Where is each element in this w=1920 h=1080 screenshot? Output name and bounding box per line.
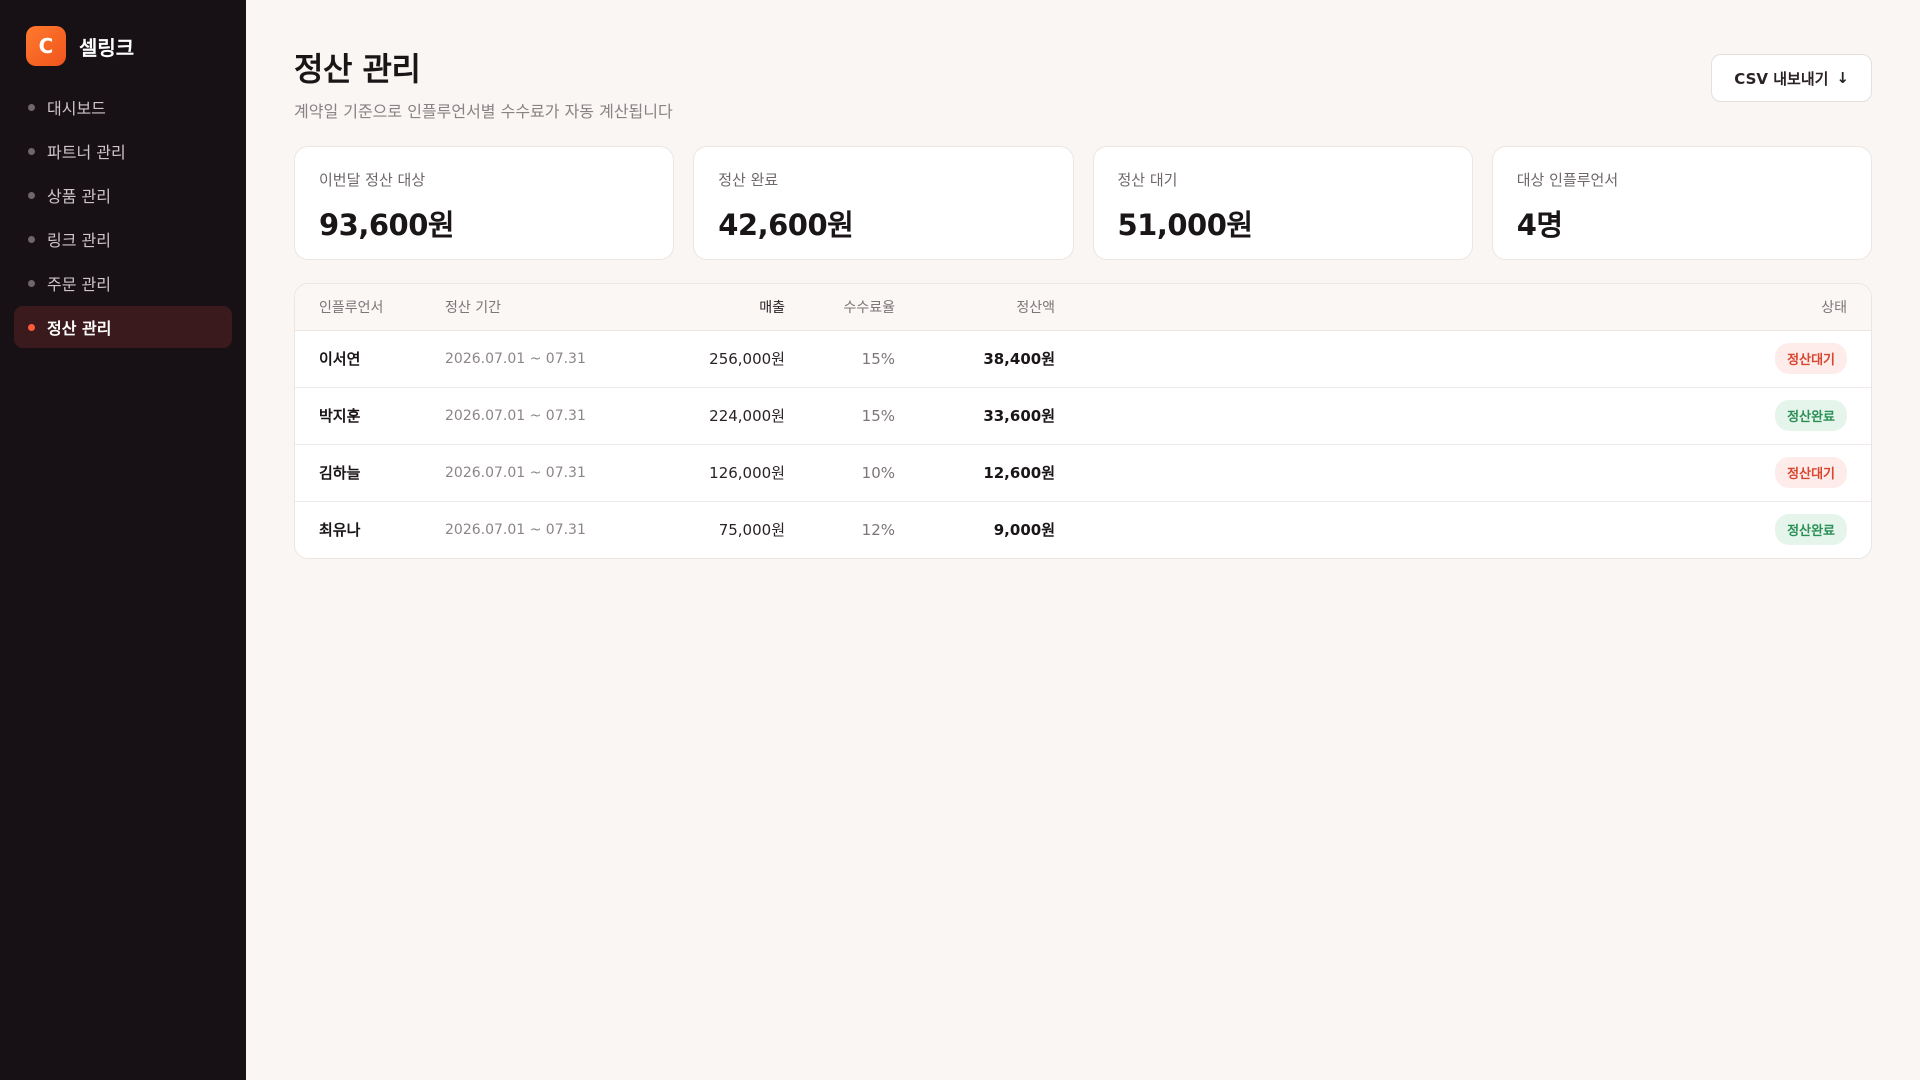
sidebar-item-label: 파트너 관리: [47, 143, 126, 162]
cell-influencer: 최유나: [319, 521, 361, 540]
column-header-period[interactable]: 정산 기간: [445, 284, 665, 331]
stat-label: 대상 인플루언서: [1516, 171, 1619, 189]
nav-dot-icon: [28, 323, 35, 331]
column-header-status[interactable]: 상태: [1055, 284, 1871, 331]
stat-card-influencers: 대상 인플루언서 4명: [1491, 146, 1872, 260]
cell-rate: 10%: [785, 444, 895, 502]
settlement-table-card: 인플루언서 정산 기간 매출 수수료율 정산액 상태 이서연 2026.07.0…: [294, 283, 1872, 559]
sidebar-item-label: 상품 관리: [47, 187, 111, 206]
sidebar-nav: 대시보드 파트너 관리 상품 관리 링크 관리 주문 관리 정산 관리: [14, 86, 232, 348]
brand[interactable]: C 셀링크: [14, 26, 232, 66]
stat-card-monthly-target: 이번달 정산 대상 93,600원: [294, 146, 675, 260]
cell-status: 정산완료: [1055, 501, 1871, 558]
page-subtitle: 계약일 기준으로 인플루언서별 수수료가 자동 계산됩니다: [294, 102, 673, 121]
cell-rate: 12%: [861, 520, 895, 539]
sidebar-item-label: 정산 관리: [47, 319, 112, 338]
cell-status: 정산대기: [1055, 444, 1871, 502]
stat-value: 93,600원: [319, 208, 455, 242]
cell-sales: 126,000원: [665, 444, 785, 502]
sidebar-item-orders[interactable]: 주문 관리: [14, 262, 232, 304]
nav-dot-icon: [28, 279, 35, 287]
download-arrow-icon: ↓: [1836, 69, 1849, 87]
cell-sales: 224,000원: [665, 387, 785, 445]
table-row[interactable]: 김하늘 2026.07.01 ~ 07.31 126,000원 10% 12,6…: [295, 444, 1871, 502]
cell-amount: 9,000원: [993, 521, 1055, 540]
table-row[interactable]: 박지훈 2026.07.01 ~ 07.31 224,000원 15% 33,6…: [295, 387, 1871, 445]
cell-influencer: 김하늘: [295, 444, 445, 502]
sidebar-item-settlement[interactable]: 정산 관리: [14, 306, 232, 348]
sidebar-item-dashboard[interactable]: 대시보드: [14, 86, 232, 128]
status-badge: 정산완료: [1775, 400, 1847, 431]
cell-period: 2026.07.01 ~ 07.31: [445, 387, 665, 445]
sidebar-item-label: 주문 관리: [47, 275, 111, 294]
status-badge: 정산완료: [1775, 514, 1847, 546]
nav-dot-icon: [28, 147, 35, 155]
cell-sales: 75,000원: [718, 521, 785, 540]
main-content: 정산 관리 계약일 기준으로 인플루언서별 수수료가 자동 계산됩니다 CSV …: [246, 0, 1920, 1080]
stat-label: 정산 대기: [1117, 171, 1178, 189]
stat-value: 4명: [1516, 208, 1563, 242]
sidebar-item-links[interactable]: 링크 관리: [14, 218, 232, 260]
cell-period: 2026.07.01 ~ 07.31: [445, 330, 665, 388]
stats-row: 이번달 정산 대상 93,600원 정산 완료 42,600원 정산 대기 51…: [294, 146, 1872, 260]
page-heading: 정산 관리 계약일 기준으로 인플루언서별 수수료가 자동 계산됩니다: [294, 44, 673, 122]
cell-rate: 15%: [785, 330, 895, 388]
table-row[interactable]: 최유나 2026.07.01 ~ 07.31 75,000원 12% 9,000…: [295, 501, 1871, 558]
table-row[interactable]: 이서연 2026.07.01 ~ 07.31 256,000원 15% 38,4…: [295, 330, 1871, 388]
cell-status: 정산대기: [1055, 330, 1871, 388]
sidebar: C 셀링크 대시보드 파트너 관리 상품 관리 링크 관리 주문 관리 정산 관…: [0, 0, 246, 1080]
sidebar-item-label: 링크 관리: [47, 231, 111, 250]
stat-card-pending: 정산 대기 51,000원: [1092, 146, 1473, 260]
sidebar-item-label: 대시보드: [47, 99, 106, 118]
cell-influencer: 박지훈: [295, 387, 445, 445]
brand-logo-icon: C: [26, 26, 66, 66]
stat-label: 이번달 정산 대상: [319, 171, 426, 189]
cell-amount: 12,600원: [895, 444, 1055, 502]
cell-amount: 38,400원: [895, 330, 1055, 388]
cell-rate: 15%: [785, 387, 895, 445]
page-header: 정산 관리 계약일 기준으로 인플루언서별 수수료가 자동 계산됩니다 CSV …: [294, 44, 1872, 122]
column-header-rate[interactable]: 수수료율: [785, 284, 895, 331]
cell-period: 2026.07.01 ~ 07.31: [445, 521, 586, 538]
cell-status: 정산완료: [1055, 387, 1871, 445]
stat-card-completed: 정산 완료 42,600원: [693, 146, 1074, 260]
settlement-table: 인플루언서 정산 기간 매출 수수료율 정산액 상태 이서연 2026.07.0…: [295, 284, 1871, 558]
app-root: C 셀링크 대시보드 파트너 관리 상품 관리 링크 관리 주문 관리 정산 관…: [0, 0, 1920, 1080]
csv-export-button[interactable]: CSV 내보내기 ↓: [1711, 54, 1872, 102]
column-header-amount[interactable]: 정산액: [895, 284, 1055, 331]
nav-dot-icon: [28, 103, 35, 111]
column-header-sales[interactable]: 매출: [665, 284, 785, 331]
brand-name: 셀링크: [79, 35, 135, 60]
stat-value: 42,600원: [718, 208, 854, 242]
nav-dot-icon: [28, 191, 35, 199]
sidebar-item-partners[interactable]: 파트너 관리: [14, 130, 232, 172]
status-badge: 정산대기: [1775, 457, 1847, 488]
cell-sales: 256,000원: [665, 330, 785, 388]
cell-amount: 33,600원: [895, 387, 1055, 445]
csv-export-label: CSV 내보내기: [1734, 69, 1829, 88]
stat-value: 51,000원: [1117, 208, 1254, 242]
sidebar-item-products[interactable]: 상품 관리: [14, 174, 232, 216]
stat-label: 정산 완료: [718, 171, 779, 189]
nav-dot-icon: [28, 235, 35, 243]
cell-influencer: 이서연: [295, 330, 445, 388]
status-badge: 정산대기: [1775, 343, 1847, 374]
table-header-row: 인플루언서 정산 기간 매출 수수료율 정산액 상태: [295, 284, 1871, 331]
column-header-influencer[interactable]: 인플루언서: [295, 284, 445, 331]
cell-period: 2026.07.01 ~ 07.31: [445, 444, 665, 502]
page-title: 정산 관리: [294, 50, 421, 88]
